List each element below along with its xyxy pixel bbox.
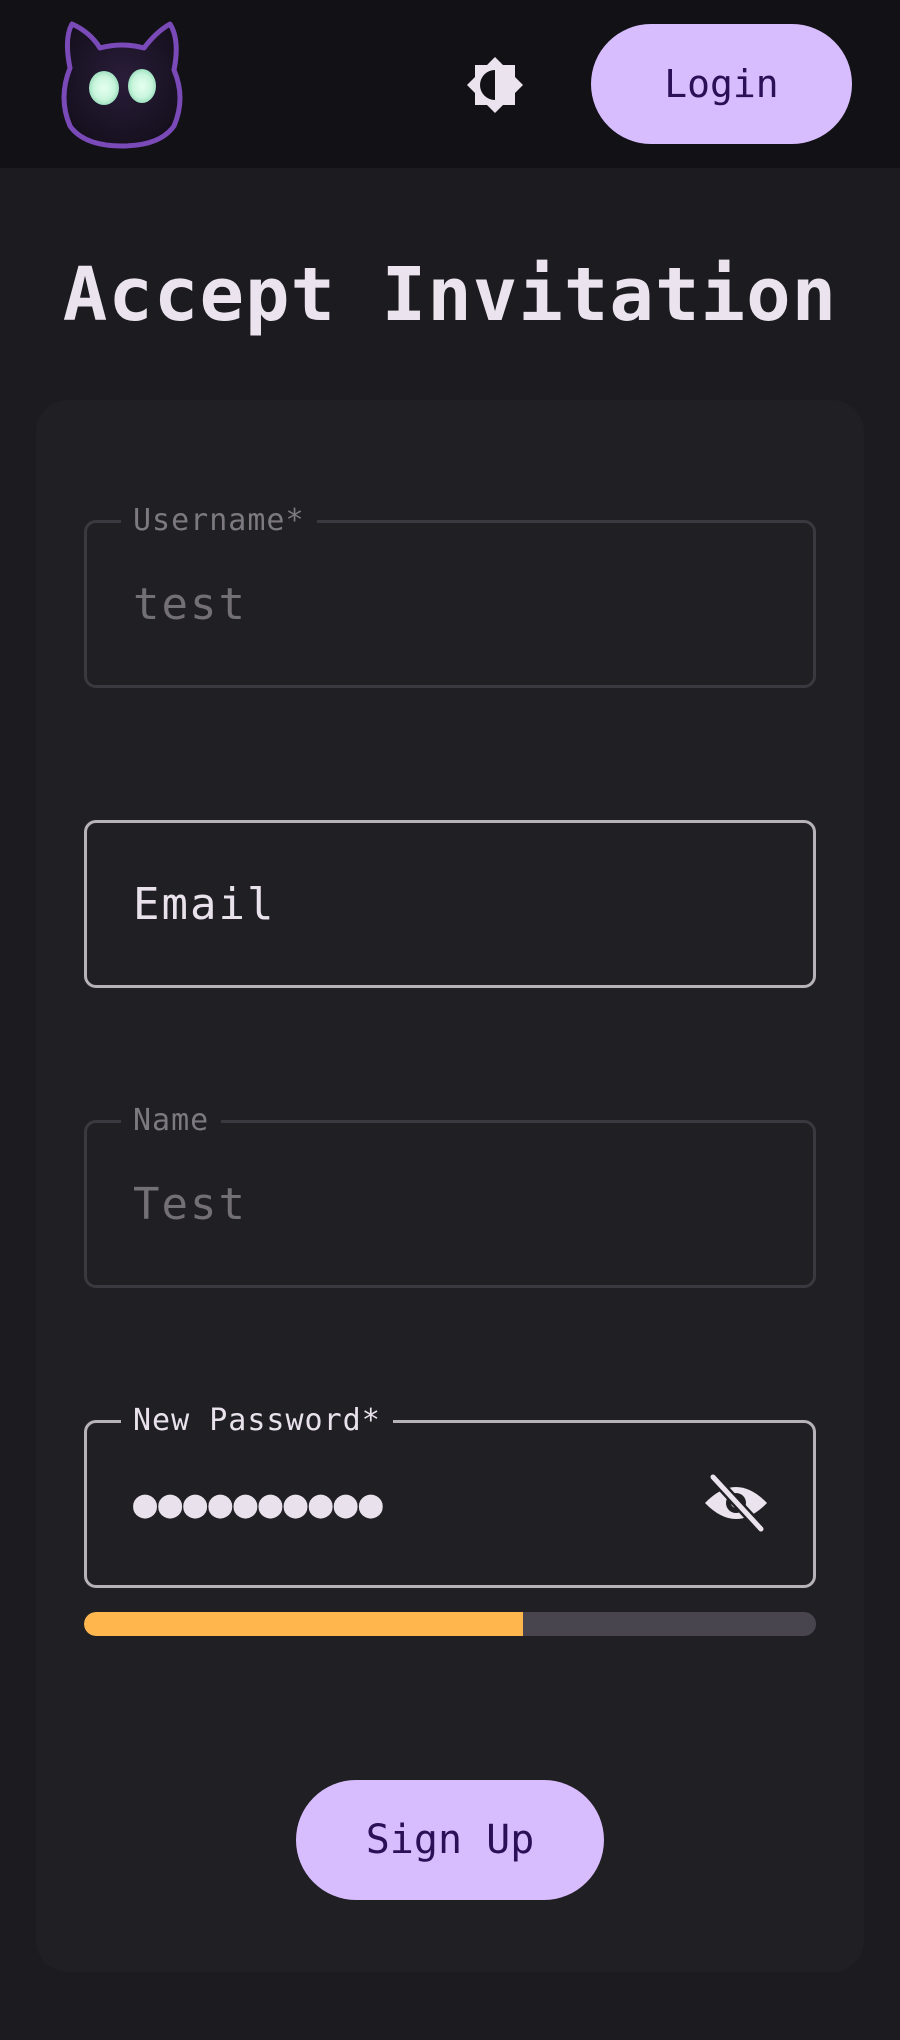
top-bar: Login [0, 0, 900, 168]
login-button[interactable]: Login [591, 24, 852, 144]
username-value: test [133, 578, 247, 630]
theme-toggle-button[interactable] [460, 50, 530, 120]
eye-off-icon [705, 1472, 767, 1534]
password-strength-meter [84, 1612, 816, 1636]
name-field: Name Test [84, 1101, 816, 1288]
toggle-password-visibility-button[interactable] [703, 1472, 769, 1534]
name-value: Test [133, 1178, 247, 1230]
cat-logo-icon[interactable] [56, 18, 188, 150]
contrast-brightness-icon [467, 57, 523, 113]
new-password-field[interactable]: New Password* ●●●●●●●●●● [84, 1401, 816, 1588]
password-strength-fill [84, 1612, 524, 1636]
email-field[interactable]: Email [84, 820, 816, 988]
email-placeholder-label: Email [133, 878, 276, 930]
page-title: Accept Invitation [62, 252, 838, 338]
sign-up-button[interactable]: Sign Up [296, 1780, 604, 1900]
username-field: Username* test [84, 501, 816, 688]
new-password-value: ●●●●●●●●●● [133, 1481, 384, 1527]
